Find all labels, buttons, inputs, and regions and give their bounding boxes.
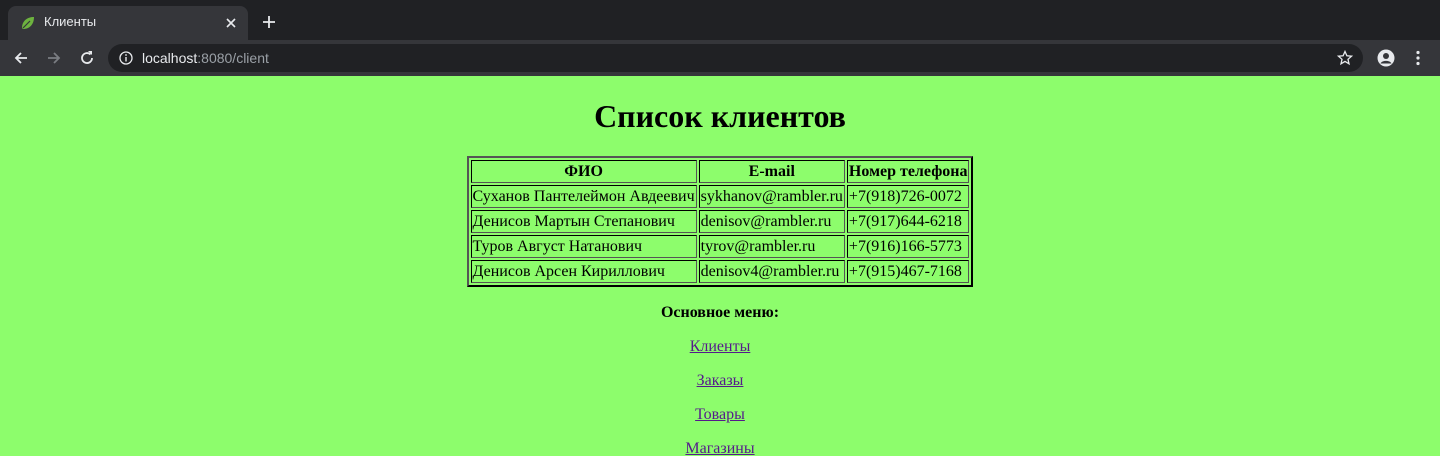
page-content: Список клиентов ФИО E-mail Номер телефон… — [0, 76, 1440, 456]
bookmark-star-icon[interactable] — [1337, 50, 1353, 66]
back-icon[interactable] — [12, 49, 30, 67]
url-path: :8080/client — [197, 50, 269, 66]
close-icon[interactable] — [222, 14, 240, 32]
cell-email: denisov4@rambler.ru — [698, 260, 845, 283]
cell-fio: Суханов Пантелеймон Авдеевич — [470, 185, 697, 208]
cell-fio: Денисов Арсен Кириллович — [470, 260, 697, 283]
browser-tabstrip: Клиенты — [0, 0, 1440, 40]
menu-link-products[interactable]: Товары — [695, 405, 745, 424]
reload-icon[interactable] — [78, 49, 96, 67]
cell-email: denisov@rambler.ru — [698, 210, 845, 233]
url-text[interactable]: localhost:8080/client — [142, 50, 269, 66]
cell-fio: Денисов Мартын Степанович — [470, 210, 697, 233]
menu-link-clients[interactable]: Клиенты — [690, 337, 751, 356]
menu-link-stores[interactable]: Магазины — [685, 439, 754, 456]
cell-email: tyrov@rambler.ru — [698, 235, 845, 258]
leaf-icon — [22, 17, 34, 29]
cell-phone: +7(918)726-0072 — [846, 185, 970, 208]
page-title: Список клиентов — [594, 98, 846, 134]
table-header-row: ФИО E-mail Номер телефона — [470, 160, 970, 183]
cell-phone: +7(917)644-6218 — [846, 210, 970, 233]
new-tab-icon[interactable] — [260, 13, 278, 31]
column-header-phone: Номер телефона — [846, 160, 970, 183]
cell-phone: +7(915)467-7168 — [846, 260, 970, 283]
info-icon[interactable] — [119, 51, 133, 65]
tab-title: Клиенты — [44, 14, 97, 29]
menu-kebab-icon[interactable] — [1409, 49, 1427, 67]
forward-icon[interactable] — [45, 49, 63, 67]
table-row: Денисов Мартын Степанович denisov@ramble… — [470, 210, 970, 233]
url-host: localhost — [142, 50, 198, 66]
menu-link-orders[interactable]: Заказы — [697, 371, 744, 390]
table-row: Суханов Пантелеймон Авдеевич sykhanov@ra… — [470, 185, 970, 208]
clients-table: ФИО E-mail Номер телефона Суханов Пантел… — [466, 156, 974, 287]
cell-fio: Туров Август Натанович — [470, 235, 697, 258]
address-bar[interactable]: localhost:8080/client — [108, 44, 1363, 72]
browser-tab[interactable]: Клиенты — [8, 6, 248, 40]
main-menu-title: Основное меню: — [660, 304, 780, 321]
column-header-fio: ФИО — [470, 160, 697, 183]
profile-icon[interactable] — [1377, 49, 1395, 67]
cell-email: sykhanov@rambler.ru — [698, 185, 845, 208]
table-row: Туров Август Натанович tyrov@rambler.ru … — [470, 235, 970, 258]
cell-phone: +7(916)166-5773 — [846, 235, 970, 258]
table-row: Денисов Арсен Кириллович denisov4@ramble… — [470, 260, 970, 283]
browser-toolbar: localhost:8080/client — [0, 40, 1440, 76]
column-header-email: E-mail — [698, 160, 845, 183]
